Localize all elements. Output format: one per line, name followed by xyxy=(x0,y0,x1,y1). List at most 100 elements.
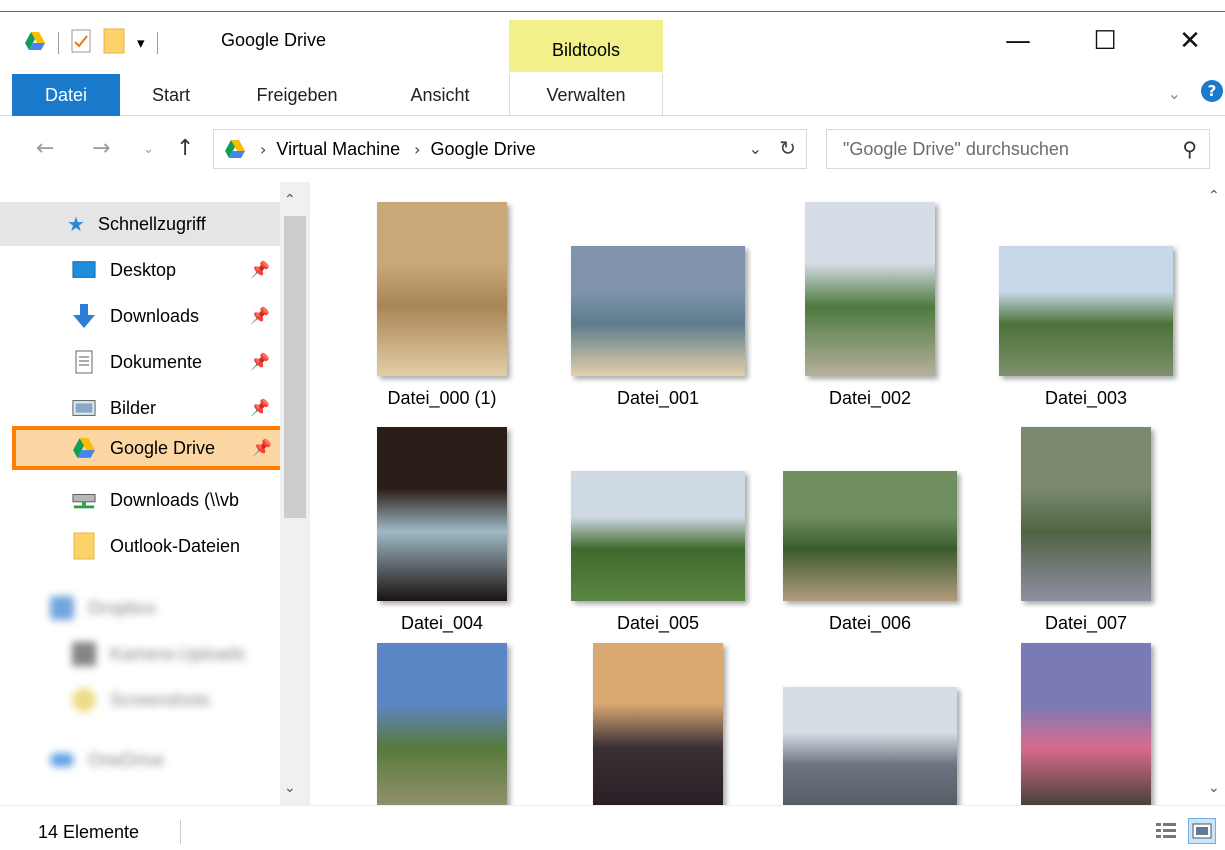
image-thumbnail[interactable] xyxy=(1021,427,1151,601)
forward-arrow-icon[interactable]: → xyxy=(92,136,110,161)
toolbar-separator xyxy=(58,32,59,54)
details-view-icon[interactable] xyxy=(1152,818,1180,844)
image-thumbnail[interactable] xyxy=(377,643,507,805)
tab-ansicht[interactable]: Ansicht xyxy=(392,74,488,116)
google-drive-icon xyxy=(224,139,246,159)
download-arrow-icon xyxy=(72,304,96,328)
tab-start[interactable]: Start xyxy=(130,74,212,116)
image-thumbnail[interactable] xyxy=(805,202,935,376)
address-bar[interactable]: › Virtual Machine › Google Drive ⌄ ↻ xyxy=(213,129,807,169)
google-drive-icon xyxy=(24,31,46,55)
properties-icon[interactable] xyxy=(71,29,91,57)
breadcrumb-chevron-icon[interactable]: › xyxy=(414,140,420,159)
expand-ribbon-chevron-icon[interactable]: ⌄ xyxy=(1168,84,1181,103)
status-separator xyxy=(180,820,181,844)
image-thumbnail[interactable] xyxy=(571,246,745,376)
image-thumbnail[interactable] xyxy=(783,687,957,805)
breadcrumb-google-drive[interactable]: Google Drive xyxy=(431,139,536,160)
sidebar-item-downloads[interactable]: Downloads 📌 xyxy=(0,294,280,338)
sidebar-item-schnellzugriff[interactable]: ★ Schnellzugriff xyxy=(0,202,280,246)
content-scroll-up-icon[interactable]: ⌃ xyxy=(1208,188,1220,204)
maximize-button[interactable]: ☐ xyxy=(1060,12,1150,70)
item-count: 14 Elemente xyxy=(38,822,140,842)
file-name: Datei_002 xyxy=(828,388,912,408)
address-dropdown-chevron-icon[interactable]: ⌄ xyxy=(749,139,762,158)
contextual-tab-group-bildtools: Bildtools xyxy=(509,20,663,72)
image-thumbnail[interactable] xyxy=(571,471,745,601)
refresh-icon[interactable]: ↻ xyxy=(779,136,796,160)
file-list: Datei_000 (1) Datei_001 Datei_002 Datei_003… xyxy=(310,182,1203,805)
pin-icon[interactable]: 📌 xyxy=(252,438,272,458)
new-folder-icon[interactable] xyxy=(103,28,125,58)
sidebar-item-bilder[interactable]: Bilder 📌 xyxy=(0,386,280,430)
customize-toolbar-icon[interactable]: ▾ xyxy=(137,34,145,52)
quick-access-toolbar: ▾ xyxy=(24,28,158,58)
sidebar-item-google-drive[interactable]: Google Drive 📌 xyxy=(12,426,288,470)
sidebar-item-desktop[interactable]: Desktop 📌 xyxy=(0,248,280,292)
sidebar-item-network-downloads[interactable]: Downloads (\\vb xyxy=(0,478,280,522)
file-name: Datei_000 (1) xyxy=(387,388,497,408)
onedrive-icon xyxy=(50,753,74,767)
up-arrow-icon[interactable]: ↑ xyxy=(176,136,194,161)
search-placeholder: "Google Drive" durchsuchen xyxy=(843,139,1069,159)
folder-icon xyxy=(72,532,96,560)
image-thumbnail[interactable] xyxy=(377,427,507,601)
status-bar: 14 Elemente xyxy=(0,805,1225,850)
breadcrumb-chevron-icon[interactable]: › xyxy=(260,140,266,159)
close-button[interactable]: ✕ xyxy=(1145,12,1225,70)
google-drive-icon xyxy=(72,436,96,460)
pin-icon[interactable]: 📌 xyxy=(250,260,270,280)
breadcrumb-virtual-machine[interactable]: Virtual Machine xyxy=(276,139,400,160)
navigation-row: ← → ⌄ ↑ › Virtual Machine › Google Drive… xyxy=(0,116,1225,182)
search-icon[interactable]: ⚲ xyxy=(1182,137,1197,161)
content-scroll-down-icon[interactable]: ⌄ xyxy=(1208,780,1220,796)
image-thumbnail[interactable] xyxy=(377,202,507,376)
file-name: Datei_007 xyxy=(1044,613,1128,633)
sidebar-item-dropbox[interactable]: Dropbox xyxy=(0,586,280,630)
pictures-icon xyxy=(72,396,96,420)
navigation-pane: ★ Schnellzugriff Desktop 📌 Downloads 📌 D… xyxy=(0,182,310,805)
file-name: Datei_006 xyxy=(828,613,912,633)
file-name: Datei_003 xyxy=(1044,388,1128,408)
sidebar-item-dokumente[interactable]: Dokumente 📌 xyxy=(0,340,280,384)
sidebar-item-kamera-uploads[interactable]: Kamera-Uploads xyxy=(0,632,280,676)
window-top-edge xyxy=(0,0,1225,12)
toolbar-separator xyxy=(156,32,158,54)
large-icons-view-icon[interactable] xyxy=(1188,818,1216,844)
tab-datei[interactable]: Datei xyxy=(12,74,120,116)
tab-freigeben[interactable]: Freigeben xyxy=(236,74,358,116)
pin-icon[interactable]: 📌 xyxy=(250,306,270,326)
file-name: Datei_005 xyxy=(616,613,700,633)
screenshots-folder-icon xyxy=(72,688,96,712)
content-scrollbar[interactable]: ⌃ ⌄ xyxy=(1203,182,1225,805)
ribbon-tabs: Datei Start Freigeben Ansicht Verwalten xyxy=(0,74,1225,117)
back-arrow-icon[interactable]: ← xyxy=(36,136,54,161)
image-thumbnail[interactable] xyxy=(593,643,723,805)
help-icon[interactable]: ? xyxy=(1201,80,1223,102)
document-icon xyxy=(72,350,96,374)
desktop-icon xyxy=(72,258,96,282)
minimize-button[interactable]: — xyxy=(973,12,1063,70)
image-thumbnail[interactable] xyxy=(1021,643,1151,805)
image-thumbnail[interactable] xyxy=(783,471,957,601)
window-title: Google Drive xyxy=(221,30,327,50)
file-name: Datei_004 xyxy=(400,613,484,633)
network-drive-icon xyxy=(72,488,96,512)
dropbox-icon xyxy=(50,596,74,620)
camera-folder-icon xyxy=(72,642,96,666)
sidebar-scroll-thumb[interactable] xyxy=(284,216,306,518)
star-icon: ★ xyxy=(67,213,85,236)
file-name: Datei_001 xyxy=(616,388,700,408)
tab-verwalten[interactable]: Verwalten xyxy=(509,74,663,117)
sidebar-scroll-up-icon[interactable]: ⌃ xyxy=(284,192,296,208)
sidebar-item-screenshots[interactable]: Screenshots xyxy=(0,678,280,722)
image-thumbnail[interactable] xyxy=(999,246,1173,376)
pin-icon[interactable]: 📌 xyxy=(250,398,270,418)
recent-locations-chevron-icon[interactable]: ⌄ xyxy=(143,142,154,157)
pin-icon[interactable]: 📌 xyxy=(250,352,270,372)
sidebar-item-outlook-dateien[interactable]: Outlook-Dateien xyxy=(0,524,280,568)
title-bar: ▾ Google Drive Bildtools — ☐ ✕ xyxy=(0,12,1225,74)
search-input[interactable]: "Google Drive" durchsuchen ⚲ xyxy=(826,129,1210,169)
sidebar-item-onedrive[interactable]: OneDrive xyxy=(0,738,280,782)
sidebar-scroll-down-icon[interactable]: ⌄ xyxy=(284,780,296,796)
